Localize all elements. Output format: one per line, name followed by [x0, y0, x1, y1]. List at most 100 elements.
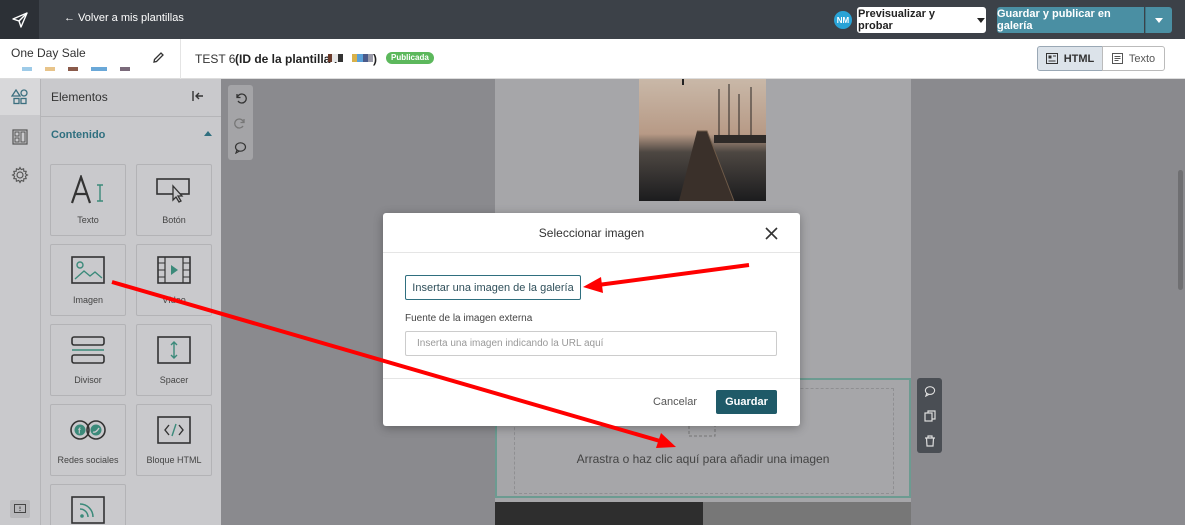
image-icon	[71, 256, 105, 284]
next-content-block	[495, 502, 911, 525]
duplicate-block-button[interactable]	[917, 403, 942, 428]
element-tile-label: Imagen	[72, 295, 104, 305]
publish-dropdown-button[interactable]	[1145, 7, 1172, 33]
element-tile-text[interactable]: Texto	[50, 164, 126, 236]
gear-icon	[11, 166, 29, 184]
element-tile-video[interactable]: Vídeo	[136, 244, 212, 316]
settings-tab[interactable]	[0, 157, 40, 193]
pier-photo[interactable]	[639, 79, 766, 201]
block-toolbar	[917, 378, 942, 453]
external-image-label: Fuente de la imagen externa	[405, 313, 533, 324]
dialog-title: Seleccionar imagen	[538, 226, 645, 240]
comments-button[interactable]	[228, 135, 253, 160]
element-tile-label: Vídeo	[162, 295, 186, 305]
content-section-header[interactable]: Contenido	[51, 129, 105, 141]
block-comment-button[interactable]	[917, 378, 942, 403]
status-badge: Publicada	[386, 52, 434, 64]
element-tile-divider[interactable]: Divisor	[50, 324, 126, 396]
feedback-icon	[14, 503, 26, 513]
element-tile-label: Bloque HTML	[146, 455, 202, 465]
element-tile-label: Botón	[162, 215, 186, 225]
elements-panel: Elementos Contenido Texto Botón Imagen V…	[40, 79, 222, 525]
close-dialog-button[interactable]	[762, 224, 780, 242]
layout-icon	[12, 129, 28, 145]
caret-down-icon	[977, 17, 985, 23]
html-layout-icon	[1045, 53, 1058, 64]
template-color-swatches	[22, 67, 130, 71]
text-view-label: Texto	[1128, 52, 1156, 65]
layout-tab[interactable]	[0, 119, 40, 155]
element-tile-social[interactable]: f Redes sociales	[50, 404, 126, 476]
template-id-label: (ID de la plantilla :	[235, 52, 338, 66]
template-id-close: )	[373, 52, 377, 66]
back-to-templates-link[interactable]: ← Volver a mis plantillas	[64, 12, 184, 24]
save-and-publish-button[interactable]: Guardar y publicar en galería	[997, 7, 1144, 33]
collapse-left-icon	[192, 91, 203, 101]
paper-plane-icon	[11, 11, 28, 28]
text-view-tab[interactable]: Texto	[1102, 46, 1165, 71]
rss-icon	[71, 496, 105, 524]
template-id-thumbnail	[352, 54, 373, 62]
pier-photo-graphic	[639, 79, 766, 201]
element-tile-html-block[interactable]: Bloque HTML	[136, 404, 212, 476]
spacer-icon	[157, 336, 191, 364]
image-drop-hint: Arrastra o haz clic aquí para añadir una…	[576, 452, 830, 466]
send-logo-button[interactable]	[0, 0, 39, 39]
panel-title: Elementos	[51, 90, 108, 104]
element-tile-rss[interactable]	[50, 484, 126, 525]
shapes-icon	[11, 89, 28, 105]
delete-block-button[interactable]	[917, 428, 942, 453]
element-tile-label: Spacer	[159, 375, 189, 385]
element-tile-image[interactable]: Imagen	[50, 244, 126, 316]
comment-icon	[234, 142, 247, 154]
cancel-button[interactable]: Cancelar	[645, 389, 705, 414]
insert-gallery-image-button[interactable]: Insertar una imagen de la galería	[405, 275, 581, 300]
element-tile-button[interactable]: Botón	[136, 164, 212, 236]
elements-tab[interactable]	[0, 79, 40, 115]
canvas-scrollbar[interactable]	[1178, 170, 1183, 290]
edit-name-button[interactable]	[152, 51, 165, 67]
caret-down-icon	[1155, 17, 1163, 23]
feedback-button[interactable]	[10, 500, 30, 518]
svg-text:f: f	[78, 427, 81, 436]
history-toolbar	[228, 85, 253, 160]
redo-icon	[234, 118, 245, 129]
caret-up-icon[interactable]	[204, 131, 212, 136]
swatch	[120, 67, 130, 71]
divider	[180, 39, 181, 79]
button-icon	[156, 178, 190, 203]
collapse-panel-button[interactable]	[191, 89, 205, 106]
dialog-footer-divider	[383, 378, 800, 379]
element-tile-spacer[interactable]: Spacer	[136, 324, 212, 396]
undo-button[interactable]	[228, 85, 253, 110]
trash-icon	[924, 434, 935, 447]
text-document-icon	[1111, 53, 1123, 64]
left-icon-rail	[0, 79, 40, 525]
top-bar: ← Volver a mis plantillas NM Previsualiz…	[0, 0, 1185, 39]
pencil-icon	[153, 52, 164, 63]
html-view-label: HTML	[1063, 52, 1095, 65]
save-button[interactable]: Guardar	[716, 390, 777, 414]
template-name: One Day Sale	[11, 46, 86, 60]
redo-button[interactable]	[228, 110, 253, 135]
element-tile-label: Texto	[77, 215, 99, 225]
html-block-icon	[157, 416, 191, 444]
dialog-header: Seleccionar imagen	[383, 213, 800, 253]
swatch	[22, 67, 32, 71]
swatch	[68, 67, 78, 71]
video-icon	[157, 256, 191, 284]
divider-icon	[71, 336, 105, 364]
element-tile-label: Redes sociales	[57, 455, 119, 465]
template-test-label: TEST 6	[195, 52, 236, 66]
html-view-tab[interactable]: HTML	[1037, 46, 1103, 71]
swatch	[45, 67, 55, 71]
template-id-thumbnail	[328, 54, 343, 62]
image-url-input[interactable]	[405, 331, 777, 356]
select-image-dialog: Seleccionar imagen Insertar una imagen d…	[383, 213, 800, 426]
social-icon: f	[70, 420, 106, 440]
preview-and-test-button[interactable]: Previsualizar y probar	[857, 7, 986, 33]
preview-button-label: Previsualizar y probar	[858, 8, 936, 32]
comment-icon	[924, 385, 935, 397]
undo-icon	[236, 93, 247, 104]
avatar[interactable]: NM	[834, 11, 852, 29]
